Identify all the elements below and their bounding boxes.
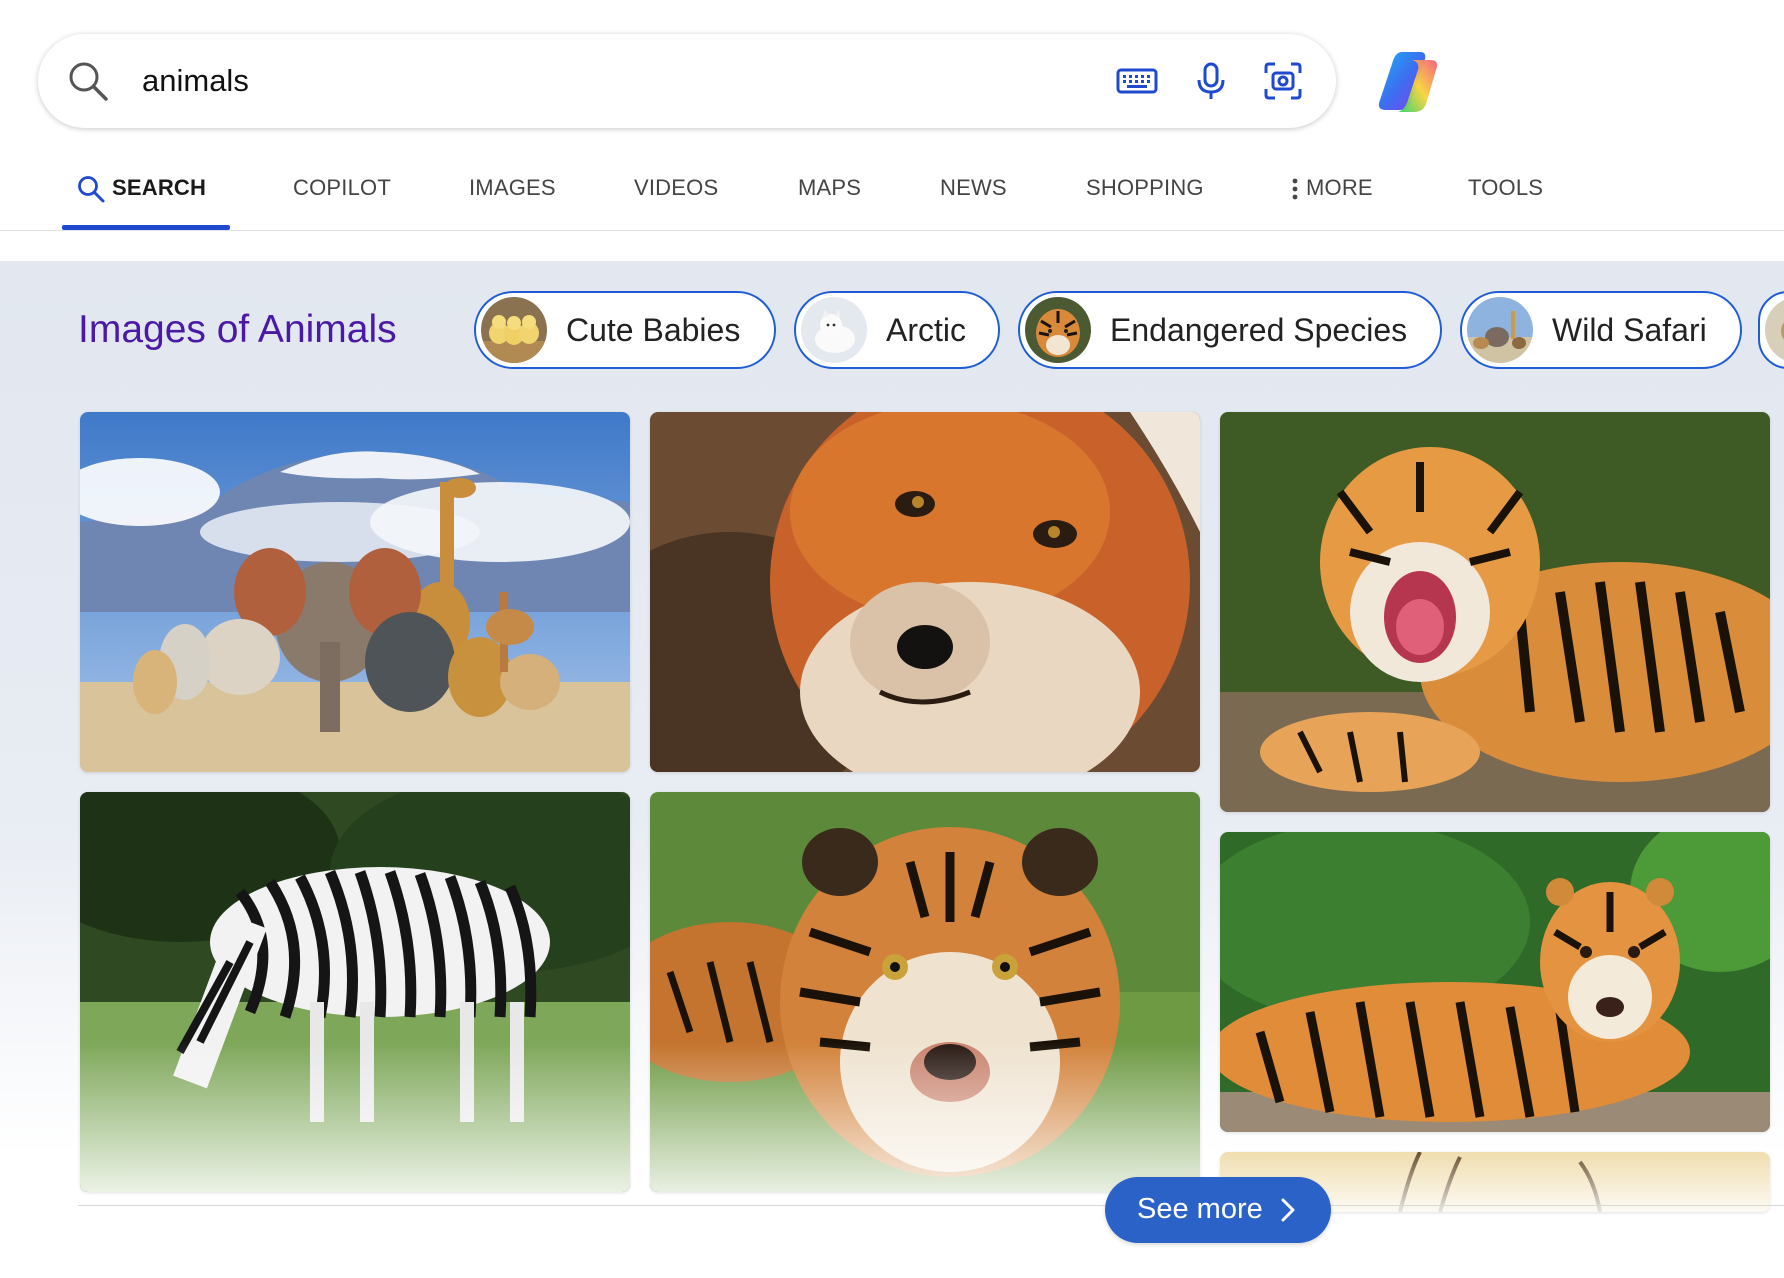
search-tabs: SEARCH COPILOT IMAGES VIDEOS MAPS NEWS S… [0,150,1784,231]
keyboard-icon[interactable] [1112,56,1162,106]
tab-label: SEARCH [112,175,207,200]
image-result-zebra[interactable] [80,792,630,1192]
tab-maps[interactable]: MAPS [798,150,861,230]
pill-endangered-species[interactable]: Endangered Species [1018,291,1442,369]
tab-label: MORE [1306,175,1373,200]
image-result-tiger-roaring[interactable] [1220,412,1770,812]
tab-search[interactable]: SEARCH [62,150,230,230]
visual-search-icon[interactable] [1258,56,1308,106]
partial-thumbnail [1765,297,1784,363]
search-icon [78,176,105,203]
tab-copilot[interactable]: COPILOT [293,150,391,230]
module-divider [78,1205,1784,1206]
search-input[interactable]: animals [142,62,249,100]
pill-wild-safari[interactable]: Wild Safari [1460,291,1742,369]
cute-babies-thumbnail [481,297,547,363]
active-tab-indicator [62,225,230,230]
tab-shopping[interactable]: SHOPPING [1086,150,1204,230]
pill-label: Endangered Species [1110,312,1408,348]
tab-videos[interactable]: VIDEOS [634,150,718,230]
tab-news[interactable]: NEWS [940,150,1007,230]
tab-tools[interactable]: TOOLS [1468,150,1543,230]
pill-cute-babies[interactable]: Cute Babies [474,291,776,369]
tab-more[interactable]: MORE [1290,150,1373,230]
search-icon[interactable] [66,59,110,103]
images-module-title[interactable]: Images of Animals [78,305,397,355]
pill-label: Wild Safari [1552,312,1707,348]
image-result-fox[interactable] [650,412,1200,772]
more-vertical-icon [1292,178,1298,200]
wild-safari-thumbnail [1467,297,1533,363]
pill-partial[interactable] [1758,291,1784,369]
images-module: Images of Animals Cute Babies Arctic End… [0,261,1784,1278]
copilot-logo-icon[interactable] [1372,46,1446,118]
chevron-right-icon [1281,1198,1295,1222]
see-more-button[interactable]: See more [1105,1177,1331,1243]
pill-label: Arctic [886,312,966,348]
pill-label: Cute Babies [566,312,741,348]
search-bar[interactable]: animals [38,34,1336,128]
endangered-species-thumbnail [1025,297,1091,363]
pill-arctic[interactable]: Arctic [794,291,1000,369]
arctic-thumbnail [801,297,867,363]
image-result-tiger-lying[interactable] [1220,832,1770,1132]
image-result-safari-animals[interactable] [80,412,630,772]
see-more-label: See more [1137,1193,1263,1225]
tab-images[interactable]: IMAGES [469,150,556,230]
microphone-icon[interactable] [1186,56,1236,106]
image-result-tiger-closeup[interactable] [650,792,1200,1192]
